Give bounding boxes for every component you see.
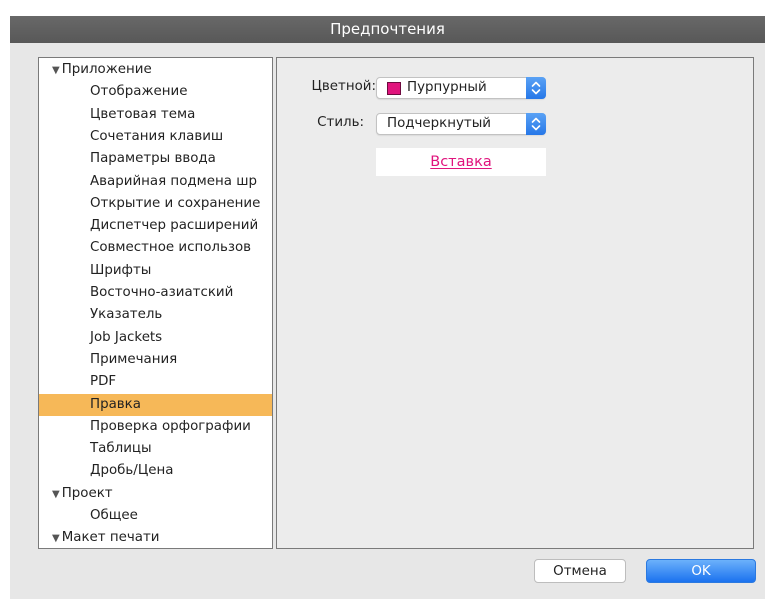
tree-item[interactable]: PDF — [39, 371, 272, 393]
tree-item-label: Общее — [90, 508, 138, 523]
tree-item-label: Проект — [61, 485, 113, 501]
tree-item[interactable]: Таблицы — [39, 438, 272, 460]
style-preview: Вставка — [376, 148, 546, 176]
disclosure-triangle-down-icon[interactable]: ▼ — [52, 489, 60, 500]
tree-item-label: Открытие и сохранение — [90, 195, 261, 211]
tree-item-label: Макет печати — [61, 530, 160, 546]
preview-text: Вставка — [430, 154, 492, 170]
tree-group[interactable]: ▼ Макет печати — [39, 527, 272, 548]
tree-item-label: Правка — [90, 396, 141, 412]
tree-item-label: Восточно-азиатский — [90, 285, 234, 300]
tree-item-label: Отображение — [90, 84, 188, 100]
tree-item[interactable]: Диспетчер расширений — [39, 215, 272, 237]
style-popup[interactable]: Подчеркнутый — [376, 113, 546, 135]
color-value: Пурпурный — [407, 80, 487, 95]
tree-item[interactable]: Цветовая тема — [39, 104, 272, 126]
ok-button[interactable]: OK — [646, 559, 756, 583]
cancel-button[interactable]: Отмена — [534, 559, 626, 583]
tree-item-label: Параметры ввода — [90, 151, 216, 167]
tree-item-label: Совместное использов — [90, 240, 252, 256]
preferences-tree[interactable]: ▼ Приложение Отображение Цветовая тема Сочет… — [38, 57, 273, 549]
tree-item-label: Сочетания клавиш — [90, 128, 224, 144]
tree-group[interactable]: ▼ Проект — [39, 483, 272, 505]
tree-item-label: Job Jackets — [90, 329, 163, 345]
tree-item-label: Таблицы — [90, 441, 152, 457]
tree-item[interactable]: Восточно-азиатский — [39, 282, 272, 304]
tree-item-label: Дробь/Цена — [90, 463, 174, 479]
tree-item-label: Диспетчер расширений — [90, 218, 259, 234]
style-value: Подчеркнутый — [387, 116, 492, 131]
tree-item[interactable]: Параметры ввода — [39, 148, 272, 170]
tree-item[interactable]: Отображение — [39, 81, 272, 103]
style-label: Стиль: — [317, 115, 364, 130]
tree-item[interactable]: Дробь/Цена — [39, 460, 272, 482]
up-down-stepper-icon — [526, 113, 546, 135]
tree-item[interactable]: Общее — [39, 505, 272, 527]
tree-item-label: Примечания — [90, 351, 178, 367]
disclosure-triangle-down-icon[interactable]: ▼ — [52, 533, 60, 544]
up-down-stepper-icon — [526, 77, 546, 99]
disclosure-triangle-down-icon[interactable]: ▼ — [52, 65, 60, 76]
tree-item[interactable]: Аварийная подмена шр — [39, 171, 272, 193]
color-popup[interactable]: Пурпурный — [376, 77, 546, 99]
tree-item-label: Аварийная подмена шр — [90, 173, 257, 189]
tree-group[interactable]: ▼ Приложение — [39, 59, 272, 81]
tree-item-label: Шрифты — [90, 262, 152, 278]
color-label: Цветной: — [311, 79, 377, 94]
preferences-window: Предпочтения ▼ Приложение Отображение Цвето… — [10, 16, 765, 599]
tree-item[interactable]: Шрифты — [39, 260, 272, 282]
tree-item-label: Указатель — [90, 307, 163, 323]
tree-item[interactable]: Примечания — [39, 349, 272, 371]
tree-item[interactable]: Проверка орфографии — [39, 416, 272, 438]
tree-item[interactable]: Открытие и сохранение — [39, 193, 272, 215]
tree-item[interactable]: Совместное использов — [39, 237, 272, 259]
tree-item[interactable]: Job Jackets — [39, 327, 272, 349]
tree-item[interactable]: Правка — [39, 393, 272, 416]
tree-item[interactable]: Сочетания клавиш — [39, 126, 272, 148]
window-title: Предпочтения — [10, 16, 765, 43]
tree-item-label: Цветовая тема — [90, 106, 196, 122]
tree-item[interactable]: Указатель — [39, 304, 272, 326]
tree-item-label: PDF — [90, 374, 117, 390]
color-swatch — [387, 82, 401, 95]
tree-item-label: Приложение — [61, 62, 152, 77]
tree-item-label: Проверка орфографии — [90, 418, 251, 434]
